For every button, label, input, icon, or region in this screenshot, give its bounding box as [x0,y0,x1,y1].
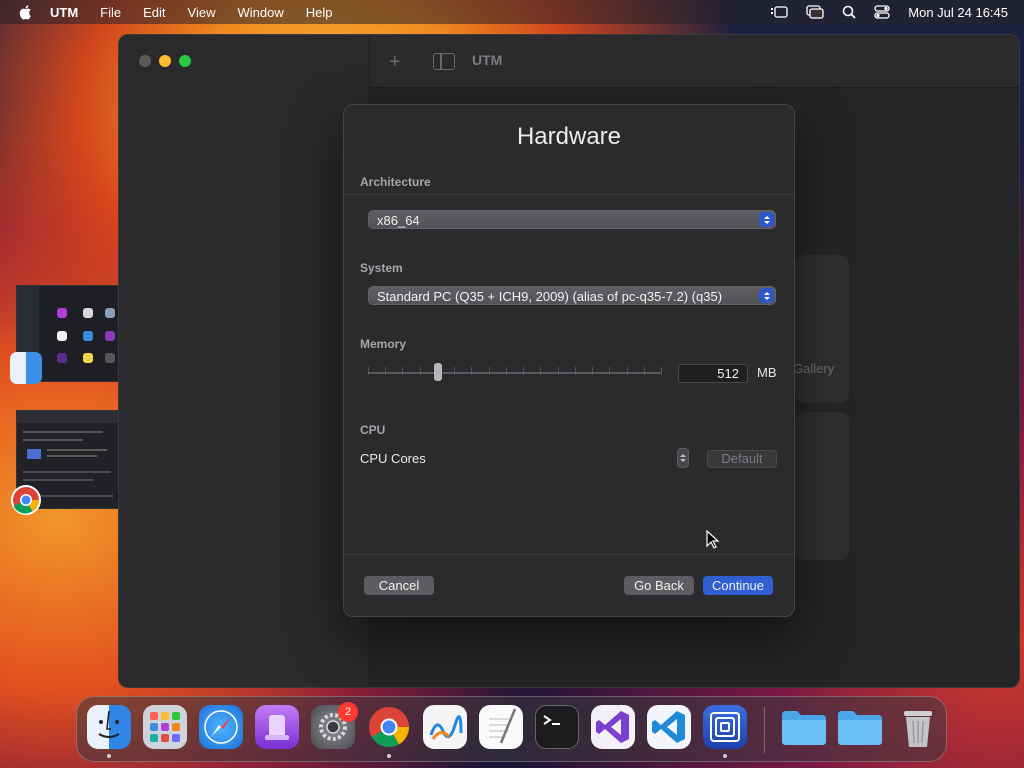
footer-divider [344,554,794,555]
gallery-card[interactable] [795,255,849,403]
menu-bar: UTM File Edit View Window Help Mon Jul 2… [0,0,1024,24]
podcasts-icon[interactable] [255,705,299,749]
memory-unit: MB [757,365,777,380]
folder-icon[interactable] [779,705,829,749]
menu-file[interactable]: File [100,5,121,20]
architecture-value: x86_64 [377,213,420,228]
support-card[interactable] [795,412,849,560]
menu-view[interactable]: View [188,5,216,20]
memory-slider-track[interactable] [368,372,661,374]
freeform-icon[interactable] [423,705,467,749]
system-label: System [360,261,403,275]
memory-label: Memory [360,337,407,351]
dialog-title: Hardware [516,123,622,150]
slider-tick [523,367,524,375]
slider-tick [385,367,386,375]
architecture-label: Architecture [360,175,431,189]
section-divider [344,194,794,195]
slider-tick [368,367,369,375]
slider-tick [575,367,576,375]
visual-studio-icon[interactable] [591,705,635,749]
minimize-window-button[interactable] [159,55,171,67]
menu-window[interactable]: Window [237,5,283,20]
menubar-clock[interactable]: Mon Jul 24 16:45 [908,5,1008,20]
safari-icon[interactable] [199,705,243,749]
zoom-window-button[interactable] [179,55,191,67]
memory-slider-knob[interactable] [434,363,442,381]
add-vm-icon[interactable]: + [389,51,401,74]
screen-mirroring-icon[interactable] [806,5,824,19]
go-back-button[interactable]: Go Back [624,576,694,595]
folder-icon[interactable] [835,705,885,749]
slider-tick [471,367,472,375]
cpu-default-button[interactable]: Default [707,450,777,468]
slider-tick [661,367,662,375]
launchpad-icon[interactable] [143,705,187,749]
cpu-cores-stepper[interactable] [677,448,689,468]
slider-tick [454,367,455,375]
system-value: Standard PC (Q35 + ICH9, 2009) (alias of… [377,289,723,304]
terminal-icon[interactable] [535,705,579,749]
cpu-cores-label: CPU Cores [360,451,426,466]
stage-manager-icon[interactable] [770,5,788,19]
chrome-icon[interactable] [367,705,411,749]
slider-tick [402,367,403,375]
menu-help[interactable]: Help [306,5,333,20]
system-settings-badge: 2 [338,702,358,722]
continue-button[interactable]: Continue [703,576,773,595]
architecture-select[interactable]: x86_64 [368,210,776,229]
vm-sidebar [119,35,370,687]
chevron-updown-icon [759,288,774,303]
chrome-thumbnail-icon [10,484,42,516]
slider-tick [644,367,645,375]
mouse-cursor-icon [706,530,720,549]
slider-tick [558,367,559,375]
cpu-label: CPU [360,423,386,437]
window-toolbar [370,35,1019,88]
slider-tick [609,367,610,375]
menu-app-name[interactable]: UTM [50,5,78,20]
apple-menu-icon[interactable] [18,4,34,20]
textedit-icon[interactable] [479,705,523,749]
slider-tick [592,367,593,375]
chevron-updown-icon [759,212,774,227]
slider-tick [627,367,628,375]
system-select[interactable]: Standard PC (Q35 + ICH9, 2009) (alias of… [368,286,776,305]
utm-running-dot [723,754,727,758]
finder-thumbnail-icon [10,352,42,384]
utm-icon[interactable] [703,705,747,749]
slider-tick [540,367,541,375]
control-center-icon[interactable] [874,5,890,19]
menu-edit[interactable]: Edit [143,5,165,20]
trash-icon[interactable] [895,705,941,749]
dock [76,696,947,762]
toggle-sidebar-icon[interactable] [433,53,455,70]
finder-running-dot [107,754,111,758]
slider-tick [506,367,507,375]
close-window-button[interactable] [139,55,151,67]
vscode-icon[interactable] [647,705,691,749]
memory-field[interactable]: 512 [678,364,748,383]
window-title: UTM [472,52,503,68]
finder-icon[interactable] [87,705,131,749]
hardware-dialog: Hardware Architecture x86_64 System Stan… [343,104,795,617]
spotlight-search-icon[interactable] [842,5,856,19]
chrome-running-dot [387,754,391,758]
slider-tick [489,367,490,375]
slider-tick [420,367,421,375]
dock-separator [764,707,765,753]
cancel-button[interactable]: Cancel [364,576,434,595]
gallery-label: Gallery [793,361,835,376]
